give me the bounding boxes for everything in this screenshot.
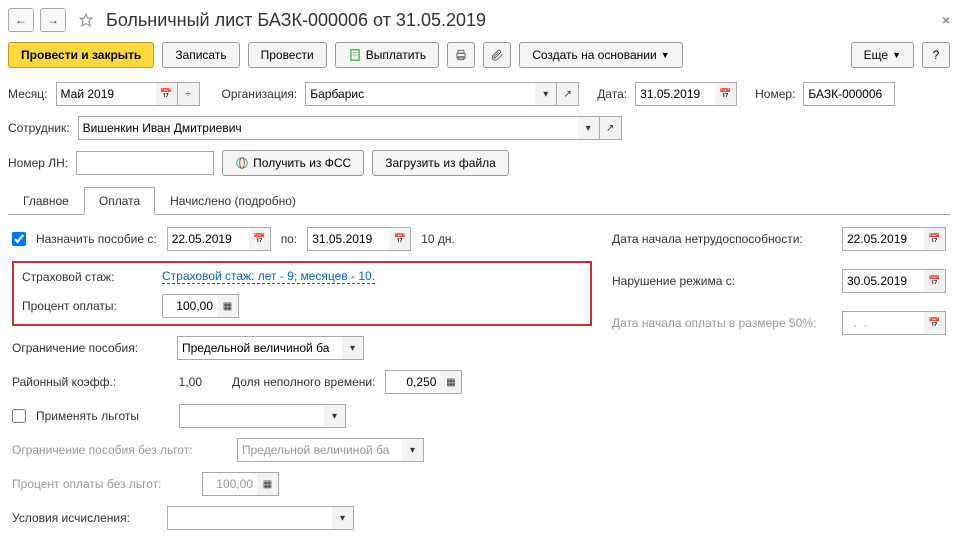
date-label: Дата: <box>597 87 627 101</box>
date-to-input[interactable] <box>307 227 389 251</box>
month-input[interactable] <box>56 82 156 106</box>
chevron-down-icon: ▼ <box>892 50 901 60</box>
percent-no-benefits-label: Процент оплаты без льгот: <box>12 477 192 491</box>
benefits-checkbox[interactable] <box>12 409 26 423</box>
dropdown-icon[interactable]: ▾ <box>535 82 557 106</box>
ln-input[interactable] <box>76 151 214 175</box>
benefits-select[interactable] <box>179 404 324 428</box>
print-icon <box>454 48 468 62</box>
calc-icon: ▦ <box>257 472 279 496</box>
date-input[interactable] <box>635 82 715 106</box>
violation-label: Нарушение режима с: <box>612 274 832 288</box>
disability-start-input[interactable] <box>842 227 924 251</box>
calendar-icon[interactable]: 📅 <box>389 227 411 251</box>
document-icon <box>348 48 362 62</box>
calendar-icon[interactable]: 📅 <box>924 227 946 251</box>
create-based-button[interactable]: Создать на основании ▼ <box>519 42 682 68</box>
month-label: Месяц: <box>8 87 48 101</box>
percent-label: Процент оплаты: <box>22 299 152 313</box>
print-button[interactable] <box>447 42 475 68</box>
date-from-input[interactable] <box>167 227 249 251</box>
paperclip-icon <box>490 48 504 62</box>
district-label: Районный коэфф.: <box>12 375 142 389</box>
dropdown-icon[interactable]: ▾ <box>324 404 346 428</box>
org-label: Организация: <box>222 87 298 101</box>
attachment-button[interactable] <box>483 42 511 68</box>
tab-main[interactable]: Главное <box>8 187 84 215</box>
tab-accrued[interactable]: Начислено (подробно) <box>155 187 311 215</box>
calc-conditions-label: Условия исчисления: <box>12 511 157 525</box>
calc-conditions-select[interactable] <box>167 506 332 530</box>
parttime-label: Доля неполного времени: <box>232 375 375 389</box>
seniority-label: Страховой стаж: <box>22 270 152 284</box>
violation-date-input[interactable] <box>842 269 924 293</box>
calendar-icon[interactable]: 📅 <box>924 269 946 293</box>
page-title: Больничный лист БАЗК-000006 от 31.05.201… <box>106 10 486 31</box>
employee-label: Сотрудник: <box>8 121 70 135</box>
limit-no-benefits-label: Ограничение пособия без льгот: <box>12 443 227 457</box>
favorite-icon[interactable] <box>76 10 96 30</box>
org-input[interactable] <box>305 82 535 106</box>
calendar-icon[interactable]: 📅 <box>156 82 178 106</box>
tab-payment[interactable]: Оплата <box>84 187 155 215</box>
dropdown-icon[interactable]: ▾ <box>332 506 354 530</box>
more-button[interactable]: Еще ▼ <box>851 42 914 68</box>
globe-icon <box>235 156 249 170</box>
number-input[interactable] <box>803 82 895 106</box>
calc-icon[interactable]: ▦ <box>217 294 239 318</box>
calendar-icon[interactable]: 📅 <box>715 82 737 106</box>
post-and-close-button[interactable]: Провести и закрыть <box>8 42 154 68</box>
calendar-icon: 📅 <box>924 311 946 335</box>
help-button[interactable]: ? <box>922 42 950 68</box>
load-file-button[interactable]: Загрузить из файла <box>372 150 509 176</box>
calendar-icon[interactable]: 📅 <box>249 227 271 251</box>
benefits-label: Применять льготы <box>36 409 139 423</box>
get-fss-button[interactable]: Получить из ФСС <box>222 150 364 176</box>
pay-button[interactable]: Выплатить <box>335 42 440 68</box>
disability-start-label: Дата начала нетрудоспособности: <box>612 232 832 246</box>
to-label: по: <box>281 232 298 246</box>
ln-label: Номер ЛН: <box>8 156 68 170</box>
close-button[interactable]: × <box>942 12 950 28</box>
percent-no-benefits-input <box>202 472 257 496</box>
seniority-link[interactable]: Страховой стаж: лет - 9; месяцев - 10. <box>162 269 375 284</box>
forward-button[interactable]: → <box>40 8 66 32</box>
limit-no-benefits-select <box>237 438 402 462</box>
open-icon[interactable]: ↗ <box>557 82 579 106</box>
open-icon[interactable]: ↗ <box>600 116 622 140</box>
days-label: 10 дн. <box>421 232 455 246</box>
limit-label: Ограничение пособия: <box>12 341 167 355</box>
percent-input[interactable] <box>162 294 217 318</box>
district-value: 1,00 <box>152 375 202 389</box>
employee-input[interactable] <box>78 116 578 140</box>
number-label: Номер: <box>755 87 795 101</box>
back-button[interactable]: ← <box>8 8 34 32</box>
dropdown-icon[interactable]: ▾ <box>578 116 600 140</box>
fifty-percent-input <box>842 311 924 335</box>
calc-icon[interactable]: ▦ <box>440 370 462 394</box>
dropdown-icon: ▾ <box>402 438 424 462</box>
highlight-region: Страховой стаж: Страховой стаж: лет - 9;… <box>12 261 592 326</box>
limit-select[interactable] <box>177 336 342 360</box>
fifty-percent-label: Дата начала оплаты в размере 50%: <box>612 316 832 330</box>
dropdown-icon[interactable]: ▾ <box>342 336 364 360</box>
parttime-input[interactable] <box>385 370 440 394</box>
post-button[interactable]: Провести <box>248 42 327 68</box>
assign-checkbox[interactable] <box>12 232 26 246</box>
assign-from-label: Назначить пособие с: <box>36 232 157 246</box>
chevron-down-icon: ▼ <box>661 50 670 60</box>
stepper-icon[interactable]: ÷ <box>178 82 200 106</box>
save-button[interactable]: Записать <box>162 42 239 68</box>
